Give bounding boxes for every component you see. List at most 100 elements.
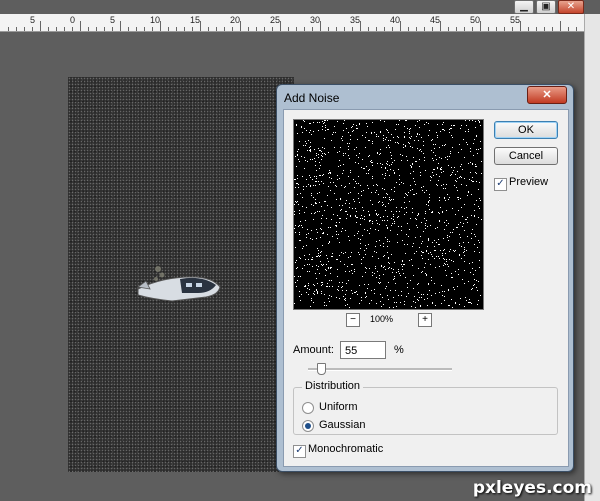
ruler-tick bbox=[360, 21, 361, 31]
ruler-tick bbox=[432, 27, 433, 31]
ruler-tick bbox=[408, 27, 409, 31]
ruler-tick bbox=[184, 27, 185, 31]
uniform-radio[interactable] bbox=[302, 402, 314, 414]
aircraft-window bbox=[186, 283, 192, 287]
ruler-tick bbox=[248, 27, 249, 31]
ruler-label: 0 bbox=[70, 15, 76, 25]
cancel-button[interactable]: Cancel bbox=[494, 147, 558, 165]
monochromatic-checkbox[interactable]: ✓ bbox=[293, 445, 306, 458]
ruler-tick bbox=[552, 27, 553, 31]
ruler-tick bbox=[312, 27, 313, 31]
app-window-controls: ▁ ▣ ✕ bbox=[514, 0, 584, 14]
ruler-tick bbox=[168, 27, 169, 31]
ruler-tick bbox=[328, 27, 329, 31]
ok-button[interactable]: OK bbox=[494, 121, 558, 139]
app-close-button[interactable]: ✕ bbox=[558, 0, 584, 14]
ruler-tick bbox=[464, 27, 465, 31]
ruler-label: 10 bbox=[150, 15, 161, 25]
ruler-tick bbox=[400, 21, 401, 31]
ruler-tick bbox=[512, 27, 513, 31]
ruler-tick bbox=[368, 27, 369, 31]
ruler-tick bbox=[96, 27, 97, 31]
ruler-tick bbox=[376, 27, 377, 31]
document-canvas[interactable] bbox=[68, 77, 294, 472]
ruler-tick bbox=[32, 27, 33, 31]
ruler-tick bbox=[336, 27, 337, 31]
restore-button[interactable]: ▣ bbox=[536, 0, 556, 14]
ruler-tick bbox=[264, 27, 265, 31]
ruler-tick bbox=[200, 21, 201, 31]
ruler-tick bbox=[112, 27, 113, 31]
ruler-tick bbox=[304, 27, 305, 31]
amount-input[interactable]: 55 bbox=[340, 341, 386, 359]
ruler-label: 5 bbox=[30, 15, 36, 25]
ruler-tick bbox=[88, 27, 89, 31]
uniform-label: Uniform bbox=[319, 401, 358, 413]
ruler-tick bbox=[72, 27, 73, 31]
ruler-tick bbox=[232, 27, 233, 31]
ruler-label: 15 bbox=[190, 15, 201, 25]
ruler-tick bbox=[120, 21, 121, 31]
ruler-tick bbox=[8, 27, 9, 31]
ruler-tick bbox=[216, 27, 217, 31]
zoom-in-button[interactable]: + bbox=[418, 313, 432, 327]
gaussian-label: Gaussian bbox=[319, 419, 366, 431]
ruler-tick bbox=[288, 27, 289, 31]
ruler-label: 35 bbox=[350, 15, 361, 25]
ruler-label: 5 bbox=[110, 15, 116, 25]
ruler-tick bbox=[56, 27, 57, 31]
ruler-tick bbox=[144, 27, 145, 31]
zoom-level: 100% bbox=[370, 314, 394, 324]
ruler-tick bbox=[352, 27, 353, 31]
ruler-tick bbox=[504, 27, 505, 31]
ruler-tick bbox=[472, 27, 473, 31]
ruler-tick bbox=[160, 21, 161, 31]
ruler-tick bbox=[384, 27, 385, 31]
ruler-label: 50 bbox=[470, 15, 481, 25]
noise-preview[interactable] bbox=[293, 119, 484, 310]
ruler-tick bbox=[448, 27, 449, 31]
ruler-label: 45 bbox=[430, 15, 441, 25]
add-noise-dialog: Add Noise ✕ − 100% + OK Cancel ✓ Preview… bbox=[276, 84, 574, 472]
ruler-tick bbox=[320, 21, 321, 31]
ruler-tick bbox=[424, 27, 425, 31]
ruler-tick bbox=[480, 21, 481, 31]
aircraft-image bbox=[134, 266, 221, 302]
ruler-tick bbox=[224, 27, 225, 31]
dialog-titlebar[interactable]: Add Noise ✕ bbox=[277, 85, 573, 109]
ruler-tick bbox=[416, 27, 417, 31]
preview-checkbox[interactable]: ✓ bbox=[494, 178, 507, 191]
ruler-tick bbox=[152, 27, 153, 31]
ruler-tick bbox=[176, 27, 177, 31]
ruler-tick bbox=[192, 27, 193, 31]
ruler-tick bbox=[128, 27, 129, 31]
vertical-scrollbar[interactable] bbox=[584, 14, 600, 501]
zoom-out-button[interactable]: − bbox=[346, 313, 360, 327]
ruler-tick bbox=[64, 27, 65, 31]
ruler-label: 55 bbox=[510, 15, 521, 25]
dialog-close-button[interactable]: ✕ bbox=[527, 86, 567, 104]
ruler-label: 40 bbox=[390, 15, 401, 25]
ruler-tick bbox=[296, 27, 297, 31]
ruler-tick bbox=[560, 21, 561, 31]
ruler-tick bbox=[576, 27, 577, 31]
ruler-tick bbox=[520, 21, 521, 31]
aircraft-window bbox=[196, 283, 202, 287]
ruler-tick bbox=[496, 27, 497, 31]
dialog-body: − 100% + OK Cancel ✓ Preview Amount: 55 … bbox=[283, 109, 569, 467]
ruler-tick bbox=[528, 27, 529, 31]
minimize-button[interactable]: ▁ bbox=[514, 0, 534, 14]
dialog-title: Add Noise bbox=[284, 91, 340, 105]
ruler-tick bbox=[344, 27, 345, 31]
amount-slider-thumb[interactable] bbox=[317, 363, 326, 375]
preview-label: Preview bbox=[509, 176, 549, 188]
distribution-label: Distribution bbox=[302, 380, 364, 392]
ruler-tick bbox=[488, 27, 489, 31]
ruler-tick bbox=[536, 27, 537, 31]
amount-slider-track[interactable] bbox=[308, 368, 452, 371]
ruler-tick bbox=[16, 27, 17, 31]
ruler-tick bbox=[24, 27, 25, 31]
ruler-tick bbox=[80, 21, 81, 31]
ruler-tick bbox=[280, 21, 281, 31]
gaussian-radio[interactable] bbox=[302, 420, 314, 432]
